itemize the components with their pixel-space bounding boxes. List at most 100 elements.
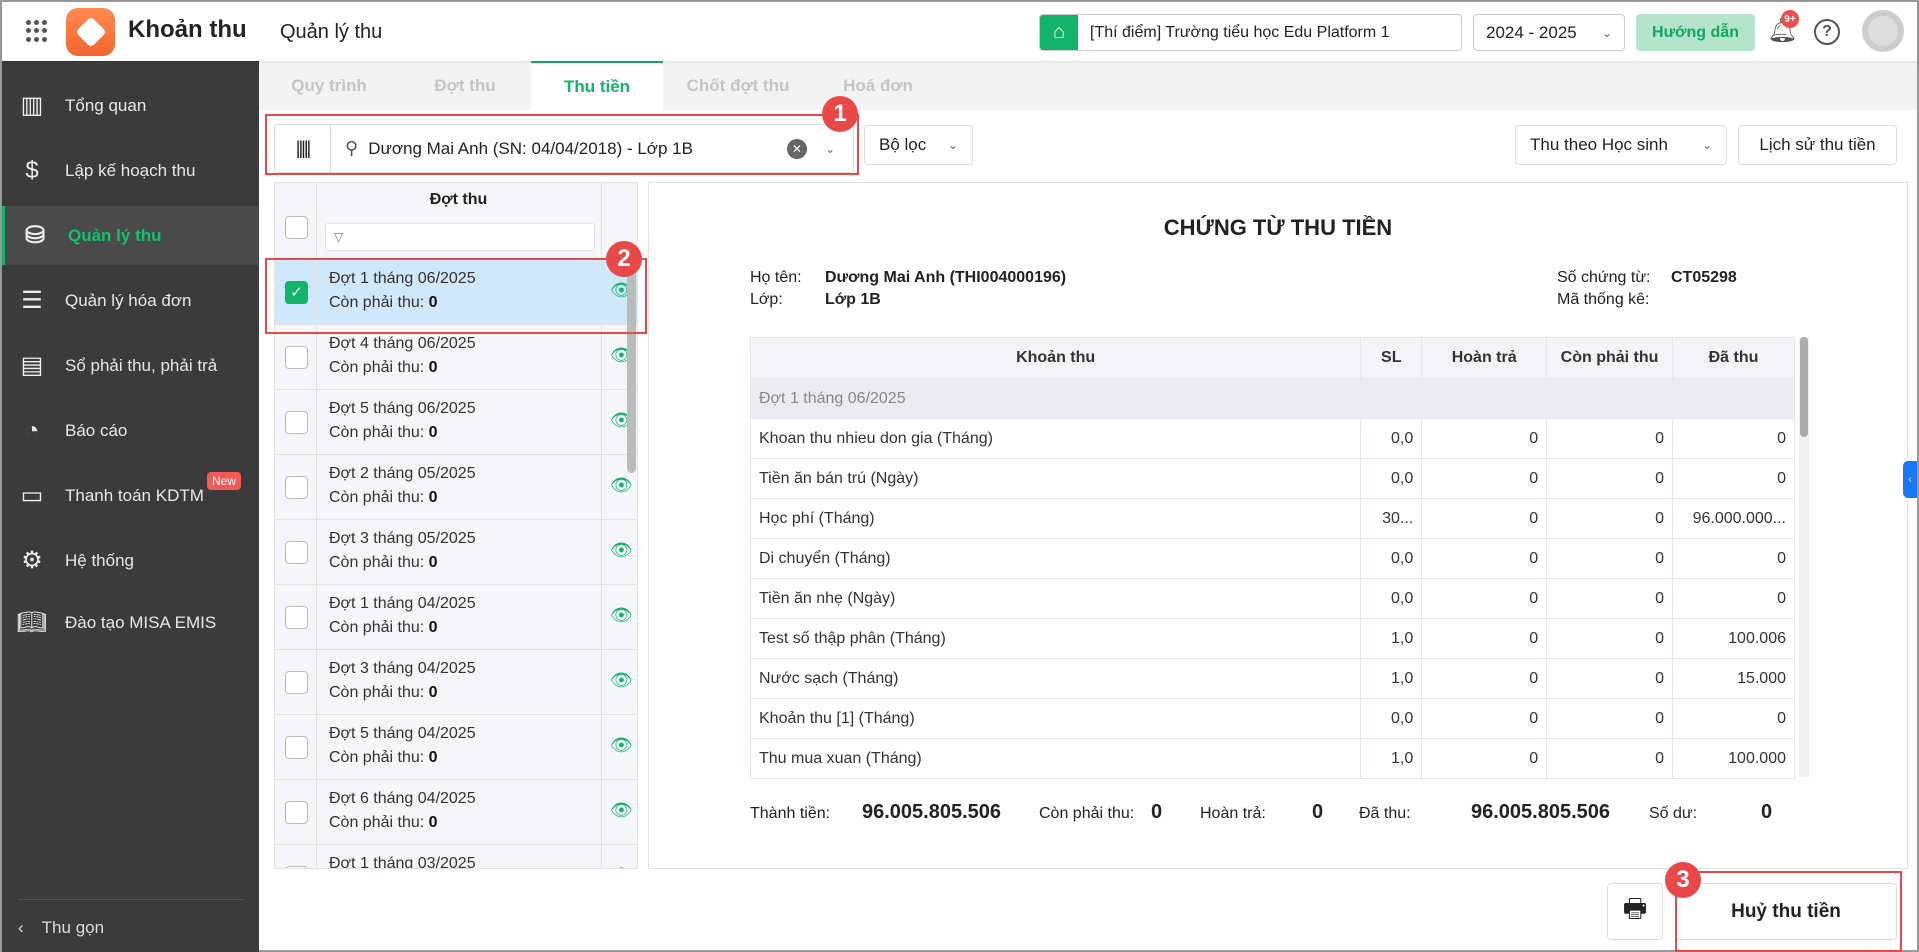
collect-mode-select[interactable]: Thu theo Học sinh ⌄	[1515, 125, 1727, 165]
sidebar-item-label: Hệ thống	[65, 550, 134, 570]
cell-item-name: Khoản thu [1] (Tháng)	[749, 698, 1362, 739]
row-checkbox[interactable]	[285, 476, 308, 499]
cell-remaining: 0	[1546, 738, 1673, 779]
list-item[interactable]: Đợt 5 tháng 04/2025 Còn phải thu: 0 👁︎	[275, 715, 637, 780]
period-name: Đợt 2 tháng 05/2025	[329, 465, 476, 482]
list-filter-input[interactable]: ▽	[325, 223, 595, 251]
period-name: Đợt 1 tháng 03/2025	[329, 855, 476, 869]
eye-icon[interactable]: 👁︎	[610, 800, 633, 821]
list-item[interactable]: Đợt 4 tháng 06/2025 Còn phải thu: 0 👁︎	[275, 325, 637, 390]
barcode-icon[interactable]: |||||	[275, 125, 331, 172]
clear-icon[interactable]: ✕	[786, 138, 807, 159]
tab-bar: Quy trình Đợt thu Thu tiền Chốt đợt thu …	[259, 61, 1917, 110]
side-panel-toggle[interactable]: ‹	[1903, 461, 1917, 498]
cell-paid: 0	[1671, 698, 1796, 739]
list-item[interactable]: Đợt 3 tháng 04/2025 Còn phải thu: 0 👁︎	[275, 650, 637, 715]
row-checkbox[interactable]: ✓	[285, 281, 308, 304]
eye-icon[interactable]: 👁︎	[610, 670, 633, 691]
cell-refund: 0	[1421, 738, 1548, 779]
cell-refund: 0	[1421, 458, 1548, 499]
sidebar: ▥ Tổng quan $ Lập kế hoạch thu ⛁ Quản lý th…	[2, 61, 259, 952]
select-all-checkbox[interactable]	[285, 216, 308, 239]
home-icon: ⌂	[1040, 15, 1078, 50]
payment-history-button[interactable]: Lịch sử thu tiền	[1738, 125, 1897, 165]
class-value: Lớp 1B	[825, 291, 881, 308]
card-icon: ▭	[20, 482, 44, 509]
chevron-down-icon: ⌄	[1601, 25, 1612, 40]
row-checkbox[interactable]	[285, 541, 308, 564]
sidebar-item-tong-quan[interactable]: ▥ Tổng quan	[2, 76, 259, 135]
list-scrollbar[interactable]	[627, 263, 636, 473]
list-item[interactable]: ✓ Đợt 1 tháng 06/2025 Còn phải thu: 0 👁︎	[275, 260, 637, 325]
list-item[interactable]: Đợt 3 tháng 05/2025 Còn phải thu: 0 👁︎	[275, 520, 637, 585]
gear-icon: ⚙	[21, 547, 43, 574]
guide-button[interactable]: Hướng dẫn	[1636, 14, 1755, 51]
sidebar-item-lap-ke-hoach-thu[interactable]: $ Lập kế hoạch thu	[2, 141, 259, 200]
sidebar-item-dao-tao[interactable]: 📖︎ Đào tạo MISA EMIS	[2, 593, 259, 652]
avatar[interactable]	[1862, 10, 1904, 52]
filter-button[interactable]: Bộ lọc ⌄	[864, 125, 973, 165]
row-checkbox[interactable]	[285, 801, 308, 824]
school-selector[interactable]: ⌂ [Thí điểm] Trường tiểu học Edu Platform…	[1039, 14, 1462, 51]
period-name: Đợt 1 tháng 06/2025	[329, 270, 476, 287]
sidebar-item-bao-cao[interactable]: ◔ Báo cáo	[2, 401, 259, 460]
sidebar-item-quan-ly-thu[interactable]: ⛁ Quản lý thu	[2, 206, 259, 265]
remain-label: Còn phải thu:	[329, 359, 425, 376]
eye-icon[interactable]: 👁︎	[610, 735, 633, 756]
notification-badge: 9+	[1781, 10, 1799, 28]
cell-paid: 100.000	[1671, 738, 1796, 779]
cell-refund: 0	[1421, 618, 1548, 659]
eye-icon[interactable]: 👁︎	[610, 605, 633, 626]
sidebar-item-quan-ly-hoa-don[interactable]: ☰ Quản lý hóa đơn	[2, 271, 259, 330]
list-item[interactable]: Đợt 1 tháng 04/2025 Còn phải thu: 0 👁︎	[275, 585, 637, 650]
cell-remaining: 0	[1546, 418, 1673, 459]
top-header: Khoản thu Quản lý thu ⌂ [Thí điểm] Trường…	[2, 2, 1917, 61]
cancel-payment-button[interactable]: Huỷ thu tiền	[1675, 883, 1897, 940]
row-checkbox[interactable]	[285, 411, 308, 434]
payment-voucher: CHỨNG TỪ THU TIỀN Họ tên: Dương Mai Anh …	[648, 182, 1908, 869]
table-row: Học phí (Tháng) 30... 0 0 96.000.000...	[749, 498, 1796, 539]
eye-icon[interactable]: 👁︎	[610, 865, 633, 868]
row-checkbox[interactable]	[285, 866, 308, 868]
list-item[interactable]: Đợt 1 tháng 03/2025 👁︎	[275, 845, 637, 869]
table-row: Thu mua xuan (Tháng) 1,0 0 0 100.000	[749, 738, 1796, 779]
sidebar-item-he-thong[interactable]: ⚙ Hệ thống	[2, 531, 259, 590]
tab-thu-tien[interactable]: Thu tiền	[531, 61, 663, 110]
app-grid-icon[interactable]	[26, 20, 48, 42]
collapse-button[interactable]: ‹ Thu gọn	[18, 899, 243, 938]
table-scrollbar[interactable]	[1799, 337, 1809, 777]
sidebar-item-label: Đào tạo MISA EMIS	[65, 612, 217, 632]
invoice-icon: ☰	[21, 287, 43, 314]
student-search[interactable]: ||||| ⚲ Dương Mai Anh (SN: 04/04/2018) -…	[274, 124, 854, 173]
app-title: Khoản thu	[128, 16, 247, 43]
eye-icon[interactable]: 👁︎	[610, 540, 633, 561]
year-select[interactable]: 2024 - 2025 ⌄	[1473, 14, 1625, 51]
remain-label: Còn phải thu:	[1039, 805, 1135, 822]
col-da-thu: Đã thu	[1671, 337, 1796, 379]
list-item[interactable]: Đợt 2 tháng 05/2025 Còn phải thu: 0 👁︎	[275, 455, 637, 520]
eye-icon[interactable]: 👁︎	[610, 475, 633, 496]
search-input[interactable]: Dương Mai Anh (SN: 04/04/2018) - Lớp 1B	[368, 139, 787, 159]
tab-quy-trinh[interactable]: Quy trình	[259, 61, 399, 110]
list-item[interactable]: Đợt 5 tháng 06/2025 Còn phải thu: 0 👁︎	[275, 390, 637, 455]
collapse-label: Thu gọn	[41, 918, 105, 937]
period-remain: Còn phải thu: 0	[329, 489, 438, 507]
cell-paid: 0	[1671, 418, 1796, 459]
remain-value: 0	[428, 814, 438, 831]
chevron-down-icon[interactable]: ⌄	[825, 142, 835, 156]
remain-value: 0	[428, 424, 438, 441]
list-item[interactable]: Đợt 6 tháng 04/2025 Còn phải thu: 0 👁︎	[275, 780, 637, 845]
sidebar-item-label: Báo cáo	[65, 420, 128, 440]
tab-dot-thu[interactable]: Đợt thu	[399, 61, 531, 110]
help-icon[interactable]: ?	[1814, 19, 1840, 45]
row-checkbox[interactable]	[285, 346, 308, 369]
period-remain: Còn phải thu: 0	[329, 359, 438, 377]
row-checkbox[interactable]	[285, 736, 308, 759]
print-button[interactable]: 🖶︎	[1607, 883, 1663, 940]
sidebar-item-thanh-toan-kdtm[interactable]: ▭ Thanh toán KDTM New	[2, 466, 259, 525]
tab-chot-dot-thu[interactable]: Chốt đợt thu	[663, 61, 813, 110]
sidebar-item-so-phai-thu[interactable]: ▤ Sổ phải thu, phải trả	[2, 336, 259, 395]
row-checkbox[interactable]	[285, 606, 308, 629]
list-header-label: Đợt thu	[429, 191, 488, 208]
row-checkbox[interactable]	[285, 671, 308, 694]
